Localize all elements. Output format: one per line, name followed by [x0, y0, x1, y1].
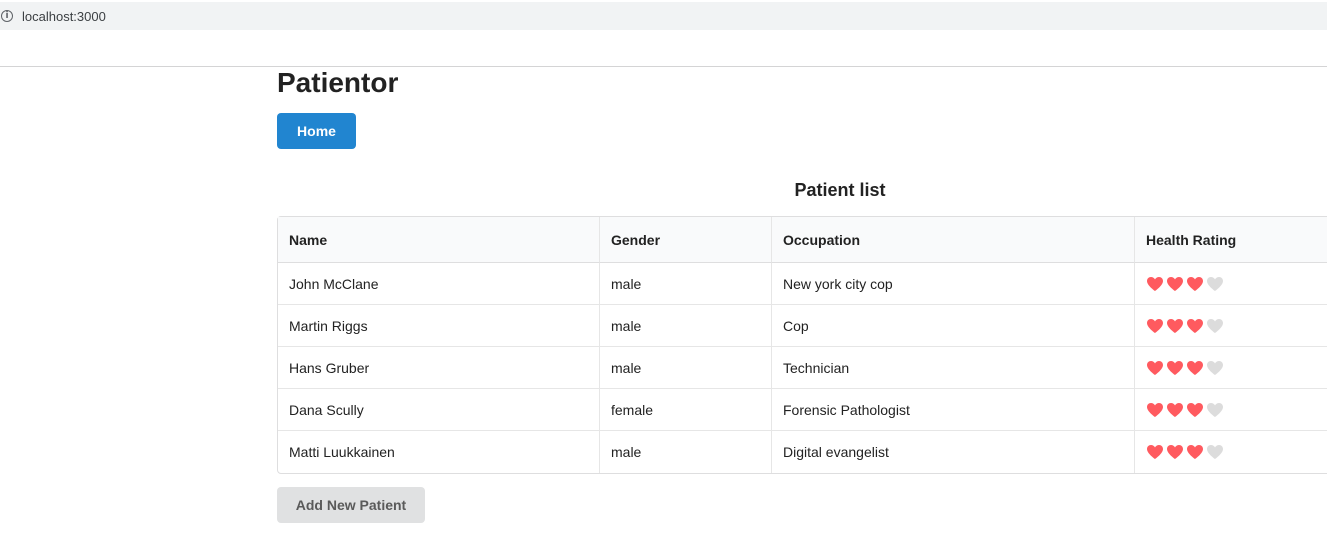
- heart-empty-icon: [1207, 276, 1223, 291]
- heart-filled-icon: [1187, 318, 1203, 333]
- column-header-name: Name: [278, 217, 599, 263]
- heart-filled-icon: [1167, 445, 1183, 459]
- health-rating: [1146, 402, 1327, 418]
- cell-name: Hans Gruber: [278, 347, 599, 389]
- column-header-health-rating: Health Rating: [1134, 217, 1327, 263]
- home-button[interactable]: Home: [277, 113, 356, 149]
- heart-filled-icon: [1187, 402, 1203, 417]
- table-header-row: Name Gender Occupation Health Rating: [278, 217, 1327, 263]
- address-bar[interactable]: i localhost:3000: [0, 2, 1327, 30]
- cell-health-rating: [1134, 431, 1327, 473]
- heart-filled-icon: [1147, 276, 1163, 291]
- url-text[interactable]: localhost:3000: [22, 9, 106, 24]
- cell-health-rating: [1134, 263, 1327, 305]
- heart-filled-icon: [1167, 402, 1183, 417]
- cell-gender: female: [599, 389, 771, 431]
- cell-name: Dana Scully: [278, 389, 599, 431]
- cell-occupation: Forensic Pathologist: [771, 389, 1134, 431]
- cell-name: Martin Riggs: [278, 305, 599, 347]
- heart-filled-icon: [1147, 402, 1163, 417]
- cell-health-rating: [1134, 389, 1327, 431]
- cell-health-rating: [1134, 347, 1327, 389]
- heart-filled-icon: [1187, 276, 1203, 291]
- cell-name: John McClane: [278, 263, 599, 305]
- table-row[interactable]: Dana Scully female Forensic Pathologist: [278, 389, 1327, 431]
- health-rating: [1146, 276, 1327, 292]
- table-row[interactable]: Hans Gruber male Technician: [278, 347, 1327, 389]
- heart-empty-icon: [1207, 445, 1223, 459]
- cell-gender: male: [599, 263, 771, 305]
- heart-filled-icon: [1187, 445, 1203, 459]
- heart-empty-icon: [1207, 402, 1223, 417]
- cell-occupation: New york city cop: [771, 263, 1134, 305]
- cell-health-rating: [1134, 305, 1327, 347]
- table-row[interactable]: Martin Riggs male Cop: [278, 305, 1327, 347]
- table-row[interactable]: Matti Luukkainen male Digital evangelist: [278, 431, 1327, 473]
- heart-empty-icon: [1207, 360, 1223, 375]
- info-icon[interactable]: i: [1, 10, 13, 22]
- patient-table: Name Gender Occupation Health Rating Joh…: [277, 216, 1327, 474]
- heart-filled-icon: [1187, 360, 1203, 375]
- cell-occupation: Digital evangelist: [771, 431, 1134, 473]
- app-title: Patientor: [277, 67, 399, 98]
- heart-filled-icon: [1167, 360, 1183, 375]
- cell-occupation: Cop: [771, 305, 1134, 347]
- table-row[interactable]: John McClane male New york city cop: [278, 263, 1327, 305]
- cell-occupation: Technician: [771, 347, 1134, 389]
- health-rating: [1146, 360, 1327, 376]
- heart-filled-icon: [1167, 276, 1183, 291]
- column-header-gender: Gender: [599, 217, 771, 263]
- heart-filled-icon: [1147, 445, 1163, 459]
- heart-empty-icon: [1207, 318, 1223, 333]
- health-rating: [1146, 318, 1327, 334]
- patient-list-title: Patient list: [794, 180, 886, 200]
- cell-gender: male: [599, 431, 771, 473]
- health-rating: [1146, 444, 1327, 460]
- heart-filled-icon: [1147, 360, 1163, 375]
- cell-gender: male: [599, 347, 771, 389]
- cell-name: Matti Luukkainen: [289, 444, 395, 460]
- cell-gender: male: [599, 305, 771, 347]
- heart-filled-icon: [1147, 318, 1163, 333]
- heart-filled-icon: [1167, 318, 1183, 333]
- add-new-patient-button[interactable]: Add New Patient: [277, 487, 425, 523]
- header-divider: [0, 66, 1327, 67]
- column-header-occupation: Occupation: [771, 217, 1134, 263]
